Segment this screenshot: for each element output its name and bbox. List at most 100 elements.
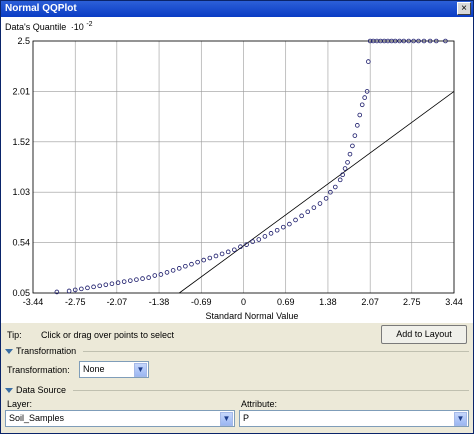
data-point[interactable] xyxy=(366,59,371,64)
data-point[interactable] xyxy=(158,272,164,277)
data-point[interactable] xyxy=(280,224,286,230)
x-tick-label: -2.75 xyxy=(65,297,86,307)
data-point[interactable] xyxy=(225,249,231,255)
data-point[interactable] xyxy=(262,234,268,239)
data-source-section-title: Data Source xyxy=(16,385,67,395)
data-point[interactable] xyxy=(347,151,353,157)
attribute-label: Attribute: xyxy=(241,399,278,409)
data-point[interactable] xyxy=(195,259,200,265)
x-tick-labels: -3.44 -2.75 -2.07 -1.38 -0.69 0 0.69 1.38 2.07 2.… xyxy=(23,297,463,307)
data-point[interactable] xyxy=(299,213,304,219)
y-tick-label: 1.52 xyxy=(12,137,30,147)
data-point[interactable] xyxy=(337,177,343,183)
data-point[interactable] xyxy=(97,283,102,289)
x-tick-label: -1.38 xyxy=(149,297,170,307)
data-point[interactable] xyxy=(103,282,109,288)
chevron-down-icon[interactable]: ▼ xyxy=(454,412,467,426)
data-point[interactable] xyxy=(213,253,219,259)
triangle-down-icon xyxy=(5,349,13,355)
y-axis-label-superscript: -2 xyxy=(86,21,92,28)
data-point[interactable] xyxy=(66,288,72,294)
data-source-section-header[interactable]: Data Source xyxy=(5,385,66,395)
chevron-down-icon[interactable]: ▼ xyxy=(220,412,233,426)
transformation-select[interactable]: None ▼ xyxy=(79,361,149,378)
x-tick-label: 2.07 xyxy=(361,297,379,307)
x-tick-label: 2.75 xyxy=(403,297,421,307)
data-point[interactable] xyxy=(352,133,358,138)
x-tick-label: 0 xyxy=(241,297,246,307)
data-point[interactable] xyxy=(121,279,127,284)
data-point[interactable] xyxy=(85,285,90,291)
layer-value: Soil_Samples xyxy=(9,413,65,423)
data-point[interactable] xyxy=(232,247,237,253)
data-point[interactable] xyxy=(164,270,170,275)
chart-svg[interactable]: -3.44 -2.75 -2.07 -1.38 -0.69 0 0.69 1.38 2.07 2.… xyxy=(1,17,473,323)
data-point[interactable] xyxy=(146,275,151,280)
data-point[interactable] xyxy=(311,205,317,210)
qqplot-chart[interactable]: -3.44 -2.75 -2.07 -1.38 -0.69 0 0.69 1.38 2.07 2.… xyxy=(1,17,473,323)
y-axis-label-text: Data's Quantile xyxy=(5,22,66,32)
x-tick-label: -3.44 xyxy=(23,297,44,307)
y-axis-label-exponent: ·10 xyxy=(71,22,84,32)
data-point[interactable] xyxy=(219,251,225,257)
transformation-section-title: Transformation xyxy=(16,346,77,356)
data-point[interactable] xyxy=(355,123,360,128)
attribute-select[interactable]: P ▼ xyxy=(239,410,469,427)
y-tick-labels: 0.05 0.54 1.03 1.52 2.01 2.5 xyxy=(12,36,30,298)
data-point[interactable] xyxy=(127,278,133,283)
add-to-layout-button[interactable]: Add to Layout xyxy=(381,325,467,344)
grid xyxy=(32,40,455,294)
data-point[interactable] xyxy=(317,201,323,206)
tip-label: Tip: xyxy=(7,330,22,340)
x-tick-label: 0.69 xyxy=(277,297,295,307)
x-axis-label: Standard Normal Value xyxy=(206,311,299,321)
data-point[interactable] xyxy=(345,160,350,165)
x-tick-label: -2.07 xyxy=(107,297,128,307)
layer-select[interactable]: Soil_Samples ▼ xyxy=(5,410,235,427)
data-point[interactable] xyxy=(323,196,329,201)
x-tick-label: 1.38 xyxy=(319,297,337,307)
tip-text: Click or drag over points to select xyxy=(41,330,175,340)
data-point[interactable] xyxy=(287,221,292,227)
close-button[interactable]: × xyxy=(457,2,471,15)
data-point[interactable] xyxy=(189,261,194,267)
data-point[interactable] xyxy=(268,231,274,236)
divider xyxy=(83,351,469,352)
data-point[interactable] xyxy=(109,281,115,287)
data-point[interactable] xyxy=(207,255,213,261)
y-tick-label: 1.03 xyxy=(12,187,30,197)
data-point[interactable] xyxy=(91,284,96,290)
data-point[interactable] xyxy=(350,143,355,149)
data-point[interactable] xyxy=(134,277,139,282)
data-point[interactable] xyxy=(359,102,365,108)
layer-label: Layer: xyxy=(7,399,33,409)
y-tick-label: 0.54 xyxy=(12,238,30,248)
y-tick-label: 0.05 xyxy=(12,288,30,298)
data-point[interactable] xyxy=(140,276,145,281)
data-point[interactable] xyxy=(183,263,188,269)
data-point[interactable] xyxy=(357,112,363,118)
data-point[interactable] xyxy=(176,266,182,271)
qqplot-window: Normal QQPlot × -3.44 -2.75 -2.07 -1.38 -0.6… xyxy=(0,0,474,434)
data-point[interactable] xyxy=(152,273,158,278)
transformation-value: None xyxy=(83,364,105,374)
y-tick-label: 2.01 xyxy=(12,86,30,96)
data-point[interactable] xyxy=(342,166,348,171)
data-point[interactable] xyxy=(79,286,84,292)
data-point[interactable] xyxy=(274,227,280,233)
transformation-label: Transformation: xyxy=(7,365,70,375)
data-point[interactable] xyxy=(201,257,207,263)
y-tick-label: 2.5 xyxy=(17,36,30,46)
data-point[interactable] xyxy=(362,95,367,100)
data-point[interactable] xyxy=(170,268,176,273)
title-bar[interactable]: Normal QQPlot × xyxy=(1,1,473,17)
data-point[interactable] xyxy=(332,184,338,190)
data-point[interactable] xyxy=(250,239,255,244)
triangle-down-icon xyxy=(5,388,13,394)
transformation-section-header[interactable]: Transformation xyxy=(5,346,76,356)
data-point[interactable] xyxy=(305,209,311,215)
chevron-down-icon[interactable]: ▼ xyxy=(134,363,147,377)
data-points[interactable] xyxy=(54,38,448,295)
data-point[interactable] xyxy=(256,237,262,242)
data-point[interactable] xyxy=(293,217,298,223)
